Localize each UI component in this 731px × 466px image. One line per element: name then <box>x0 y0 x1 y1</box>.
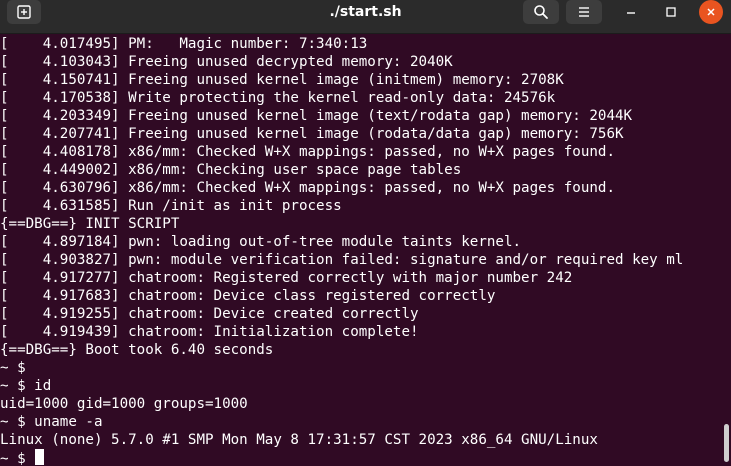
terminal-line: [ 4.203349] Freeing unused kernel image … <box>0 108 633 124</box>
minimize-button[interactable] <box>619 0 643 24</box>
minimize-icon <box>627 12 635 14</box>
text-cursor <box>35 449 45 465</box>
terminal-line: [ 4.449002] x86/mm: Checking user space … <box>0 162 462 178</box>
maximize-button[interactable] <box>659 0 683 24</box>
terminal-line: [ 4.103043] Freeing unused decrypted mem… <box>0 54 453 70</box>
terminal-line: [ 4.631585] Run /init as init process <box>0 198 342 214</box>
scrollbar-thumb[interactable] <box>724 424 729 462</box>
terminal-line: ~ $ id <box>0 378 52 394</box>
terminal-line: {==DBG==} Boot took 6.40 seconds <box>0 342 274 358</box>
terminal-line: [ 4.919439] chatroom: Initialization com… <box>0 324 419 340</box>
terminal-line: [ 4.170538] Write protecting the kernel … <box>0 90 556 106</box>
search-icon <box>534 5 548 19</box>
search-button[interactable] <box>523 0 559 24</box>
maximize-icon <box>666 7 676 17</box>
menu-button[interactable] <box>566 0 602 24</box>
terminal-output[interactable]: [ 4.017495] PM: Magic number: 7:340:13 [… <box>0 34 731 466</box>
close-icon <box>707 8 715 16</box>
terminal-prompt-line[interactable]: ~ $ <box>0 449 731 466</box>
terminal-line: [ 4.917683] chatroom: Device class regis… <box>0 288 496 304</box>
hamburger-menu-icon <box>579 7 589 17</box>
terminal-line: [ 4.917277] chatroom: Registered correct… <box>0 270 573 286</box>
terminal-line: [ 4.903827] pwn: module verification fai… <box>0 252 684 268</box>
title-bar: ./start.sh <box>0 0 731 34</box>
terminal-line: [ 4.630796] x86/mm: Checked W+X mappings… <box>0 180 615 196</box>
close-button[interactable] <box>699 0 723 24</box>
terminal-line: [ 4.897184] pwn: loading out-of-tree mod… <box>0 234 522 250</box>
terminal-line: [ 4.408178] x86/mm: Checked W+X mappings… <box>0 144 615 160</box>
terminal-line: {==DBG==} INIT SCRIPT <box>0 216 180 232</box>
terminal-line: ~ $ <box>0 360 26 376</box>
terminal-line: [ 4.150741] Freeing unused kernel image … <box>0 72 564 88</box>
terminal-line: [ 4.017495] PM: Magic number: 7:340:13 <box>0 36 368 52</box>
terminal-line: ~ $ uname -a <box>0 414 103 430</box>
terminal-line: [ 4.207741] Freeing unused kernel image … <box>0 126 624 142</box>
terminal-line: Linux (none) 5.7.0 #1 SMP Mon May 8 17:3… <box>0 432 598 448</box>
terminal-line: uid=1000 gid=1000 groups=1000 <box>0 396 248 412</box>
shell-prompt: ~ $ <box>0 451 35 466</box>
terminal-line: [ 4.919255] chatroom: Device created cor… <box>0 306 419 322</box>
